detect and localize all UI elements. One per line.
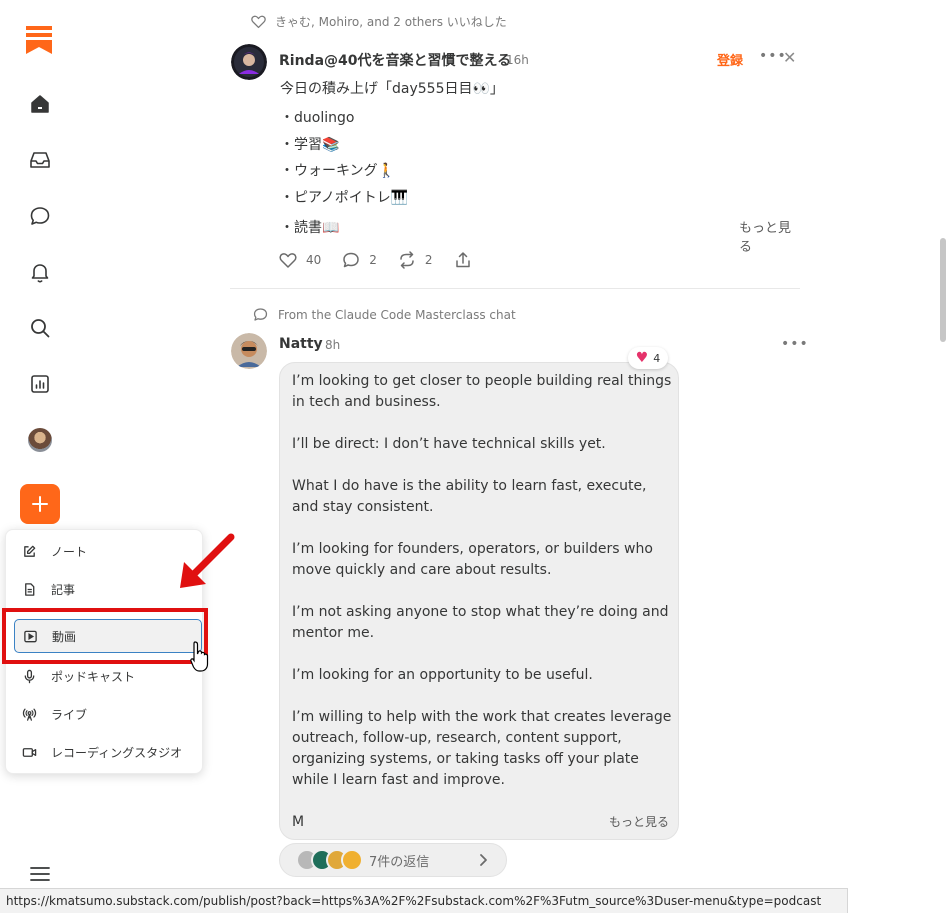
search-icon[interactable]	[20, 308, 60, 348]
message-paragraph: I’m looking to get closer to people buil…	[292, 373, 672, 410]
restack-button[interactable]: 2	[397, 250, 433, 270]
like-button[interactable]: 40	[278, 250, 321, 270]
status-bar-url: https://kmatsumo.substack.com/publish/po…	[0, 888, 848, 913]
chevron-right-icon	[480, 854, 487, 866]
pencil-square-icon	[21, 543, 37, 559]
menu-item-label: ライブ	[51, 707, 88, 722]
broadcast-icon	[21, 706, 37, 722]
compose-menu: ノート 記事 動画 ポッドキャスト ライブ レコーディングスタジオ	[5, 529, 203, 774]
microphone-icon	[21, 668, 37, 684]
like-count: 40	[306, 253, 322, 267]
restack-icon	[400, 251, 414, 269]
post-line: ・ウォーキング🚶	[280, 163, 396, 179]
dashboard-icon[interactable]	[20, 364, 60, 404]
chat-source-text: From the Claude Code Masterclass chat	[278, 307, 516, 322]
comment-button[interactable]: 2	[341, 250, 377, 270]
post-line: ・学習📚	[280, 137, 340, 153]
message-paragraph: I’m willing to help with the work that c…	[292, 709, 672, 788]
heart-outline-icon	[279, 253, 297, 268]
replies-button[interactable]: 7件の返信	[279, 843, 507, 877]
message-paragraph: What I do have is the ability to learn f…	[292, 478, 647, 515]
inbox-icon[interactable]	[20, 140, 60, 180]
menu-item-label: 記事	[51, 582, 76, 597]
scrollbar-thumb[interactable]	[940, 238, 946, 342]
menu-item-note[interactable]: ノート	[14, 534, 202, 568]
post-time: 8h	[325, 338, 341, 352]
message-paragraph: I’ll be direct: I don’t have technical s…	[292, 436, 606, 452]
substack-logo-icon[interactable]	[26, 26, 52, 54]
menu-item-live[interactable]: ライブ	[14, 697, 202, 731]
post-actions: 40 2 2	[278, 250, 501, 270]
menu-item-podcast[interactable]: ポッドキャスト	[14, 659, 202, 693]
menu-item-label: ノート	[51, 544, 88, 559]
chat-icon[interactable]	[20, 196, 60, 236]
chat-icon	[253, 308, 268, 321]
menu-item-label: 動画	[52, 629, 77, 644]
menu-item-recording-studio[interactable]: レコーディングスタジオ	[14, 735, 202, 769]
comment-count: 2	[369, 253, 377, 267]
menu-icon[interactable]	[28, 865, 52, 883]
replies-label: 7件の返信	[369, 854, 430, 870]
post-author[interactable]: Natty	[279, 336, 323, 352]
more-options-icon[interactable]: •••	[781, 336, 809, 352]
reply-avatars	[296, 849, 363, 871]
message-paragraph: I’m not asking anyone to stop what they’…	[292, 604, 669, 641]
subscribe-button[interactable]: 登録	[717, 50, 743, 69]
share-icon	[455, 252, 470, 268]
comment-icon	[343, 252, 360, 268]
post-line: ・duolingo	[280, 110, 355, 126]
compose-button[interactable]	[20, 484, 60, 524]
post-time: 16h	[506, 53, 529, 67]
bell-icon[interactable]	[20, 252, 60, 292]
heart-outline-icon	[251, 15, 266, 29]
menu-item-video[interactable]: 動画	[14, 619, 202, 653]
chat-source[interactable]: From the Claude Code Masterclass chat	[252, 306, 516, 323]
video-play-icon	[22, 628, 38, 644]
home-icon[interactable]	[20, 84, 60, 124]
reaction-count: 4	[653, 351, 661, 365]
avatar[interactable]	[231, 44, 267, 80]
post-author[interactable]: Rinda@40代を音楽と習慣で整える	[279, 50, 511, 70]
restack-count: 2	[424, 253, 433, 267]
message-bubble: I’m looking to get closer to people buil…	[279, 362, 679, 840]
avatar[interactable]	[231, 333, 267, 369]
camera-icon	[21, 744, 37, 760]
post-divider	[230, 288, 800, 289]
see-more-link[interactable]: もっと見る	[739, 217, 800, 255]
share-button[interactable]	[453, 250, 481, 270]
annotation-arrow-icon	[180, 533, 235, 588]
post-line: 今日の積み上げ「day555日目👀」	[280, 81, 504, 97]
post-line: ・読書📖	[280, 220, 340, 236]
profile-avatar[interactable]	[28, 428, 52, 452]
see-more-link[interactable]: もっと見る	[609, 813, 669, 830]
menu-item-label: ポッドキャスト	[51, 669, 136, 684]
menu-item-article[interactable]: 記事	[14, 572, 202, 606]
avatar	[341, 849, 363, 871]
hand-cursor-icon	[190, 641, 209, 672]
message-paragraph: I’m looking for an opportunity to be use…	[292, 667, 593, 683]
plus-icon	[32, 496, 48, 512]
reaction-badge[interactable]: ♥ 4	[628, 347, 668, 369]
menu-item-label: レコーディングスタジオ	[51, 745, 183, 760]
left-sidebar	[0, 0, 80, 913]
document-icon	[21, 581, 37, 597]
liked-by-text: きゃむ, Mohiro, and 2 others いいねした	[275, 15, 507, 29]
post-line: ・ピアノポイトレ🎹	[280, 190, 409, 206]
heart-icon: ♥	[635, 350, 649, 366]
message-paragraph: I’m looking for founders, operators, or …	[292, 541, 653, 578]
close-icon[interactable]: ✕	[783, 48, 796, 67]
liked-by-line: きゃむ, Mohiro, and 2 others いいねした	[250, 13, 507, 30]
